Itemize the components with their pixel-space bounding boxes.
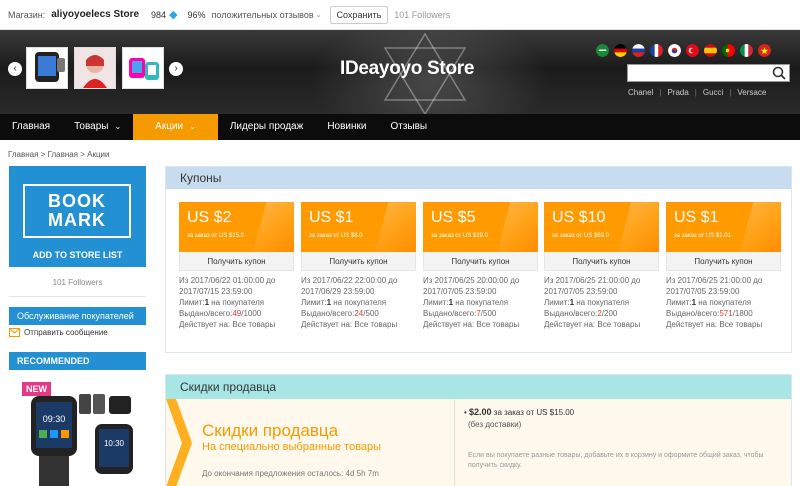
svg-text:10:30: 10:30	[104, 439, 125, 448]
coupon-min-order: за заказ от US $8.0	[309, 233, 363, 239]
discount-offer: • $2.00 за заказ от US $15.00	[464, 407, 575, 417]
followers-count: 101 Followers	[394, 9, 451, 20]
flag-es-icon[interactable]	[704, 44, 717, 57]
get-coupon-button[interactable]: Получить купон	[179, 252, 294, 271]
divider	[454, 399, 455, 486]
coupon-min-order: за заказ от US $1.01	[674, 233, 731, 239]
store-label: Магазин:	[8, 9, 46, 20]
store-info-bar: Магазин: aliyoyoelecs Store 984 ◆ 96% по…	[0, 0, 800, 30]
coupon-card: US $5 за заказ от US $29.0 Получить купо…	[423, 202, 538, 330]
nav-home[interactable]: Главная	[0, 114, 62, 140]
coupon-amount: US $1	[309, 209, 354, 226]
positive-feedback-link[interactable]: положительных отзывов	[212, 10, 314, 20]
store-banner: ‹ › IDeayoyo Store Chanel | Prada | Gucc…	[0, 30, 800, 114]
svg-text:09:30: 09:30	[43, 414, 66, 424]
search-icon[interactable]	[771, 66, 787, 80]
store-search-box	[627, 64, 790, 82]
flag-sa-icon[interactable]	[596, 44, 609, 57]
coupon-amount: US $2	[187, 209, 232, 226]
flag-ru-icon[interactable]	[632, 44, 645, 57]
get-coupon-button[interactable]: Получить купон	[666, 252, 781, 271]
nav-bestsellers[interactable]: Лидеры продаж	[218, 114, 315, 140]
coupon-info: Из 2017/06/25 21:00:00 до 2017/07/05 23:…	[544, 276, 641, 329]
carousel-next-icon[interactable]: ›	[169, 62, 183, 76]
banner-product-thumb[interactable]	[122, 47, 164, 89]
store-nav: Главная Товары ⌄ Акции ⌄ Лидеры продаж Нов…	[0, 114, 800, 140]
discount-title: Скидки продавца	[202, 421, 339, 440]
flag-de-icon[interactable]	[614, 44, 627, 57]
save-store-button[interactable]: Сохранить	[329, 5, 389, 24]
store-name-link[interactable]: aliyoyoelecs Store	[51, 9, 139, 20]
coupon-card: US $10 за заказ от US $69.0 Получить куп…	[544, 202, 659, 330]
chevron-down-icon: ⌄	[189, 122, 196, 131]
positive-percent: 96%	[187, 9, 206, 20]
nav-products[interactable]: Товары ⌄	[62, 114, 133, 140]
discount-note: Если вы покупаете разные товары, добавьт…	[468, 452, 764, 469]
flag-fr-icon[interactable]	[650, 44, 663, 57]
get-coupon-button[interactable]: Получить купон	[301, 252, 416, 271]
divider	[9, 296, 146, 297]
coupon-card: US $1 за заказ от US $1.01 Получить купо…	[666, 202, 781, 330]
coupon-amount: US $5	[431, 209, 476, 226]
flag-pt-icon[interactable]	[722, 44, 735, 57]
breadcrumb[interactable]: Главная > Главная > Акции	[8, 150, 110, 159]
get-coupon-button[interactable]: Получить купон	[423, 252, 538, 271]
chevron-down-icon: ⌄	[114, 122, 122, 131]
send-message-link[interactable]: Отправить сообщение	[9, 328, 108, 337]
coupon-info: Из 2017/06/22 22:00:00 до 2017/06/29 23:…	[301, 276, 398, 329]
coupons-panel: Купоны US $2 за заказ от US $15.0 Получи…	[165, 166, 792, 353]
coupon-info: Из 2017/06/25 20:00:00 до 2017/07/05 23:…	[423, 276, 520, 329]
flag-tr-icon[interactable]	[686, 44, 699, 57]
store-brand-title: IDeayoyo Store	[340, 58, 475, 79]
discount-time-remaining: До окончания предложения осталось: 4d 5h…	[202, 469, 379, 478]
nav-promotions[interactable]: Акции ⌄	[133, 114, 218, 140]
discounts-heading: Скидки продавца	[166, 375, 791, 399]
hot-link-versace[interactable]: Versace	[737, 88, 766, 97]
bookmark-store-button[interactable]: BOOK MARK ADD TO STORE LIST	[9, 166, 146, 267]
nav-new-arrivals[interactable]: Новинки	[315, 114, 378, 140]
hot-link-chanel[interactable]: Chanel	[628, 88, 653, 97]
language-flags	[596, 44, 771, 57]
add-to-store-list-label: ADD TO STORE LIST	[32, 250, 123, 260]
search-input[interactable]	[628, 65, 768, 81]
discount-subtitle: На специально выбранные товары	[202, 441, 382, 453]
recommended-header: RECOMMENDED	[9, 352, 146, 370]
flag-it-icon[interactable]	[740, 44, 753, 57]
envelope-icon	[9, 328, 20, 337]
get-coupon-button[interactable]: Получить купон	[544, 252, 659, 271]
bookmark-logo: BOOK MARK	[23, 184, 131, 238]
flag-vn-icon[interactable]	[758, 44, 771, 57]
hot-link-gucci[interactable]: Gucci	[703, 88, 723, 97]
hot-link-prada[interactable]: Prada	[667, 88, 688, 97]
discount-no-delivery: (без доставки)	[468, 420, 522, 429]
coupon-amount: US $1	[674, 209, 719, 226]
banner-product-thumb[interactable]	[74, 47, 116, 89]
new-badge: NEW	[22, 382, 51, 396]
store-score: 984	[151, 9, 167, 20]
recommended-product-image[interactable]: 09:30 10:30 NEW	[9, 378, 146, 486]
coupon-card: US $1 за заказ от US $8.0 Получить купон…	[301, 202, 416, 330]
banner-product-thumb[interactable]	[26, 47, 68, 89]
hot-search-links: Chanel | Prada | Gucci | Versace	[628, 88, 767, 97]
coupon-info: Из 2017/06/22 01:00:00 до 2017/07/15 23:…	[179, 276, 276, 329]
customer-service-header: Обслуживание покупателей	[9, 307, 146, 325]
chevron-right-decoration-icon	[166, 399, 192, 486]
coupon-card: US $2 за заказ от US $15.0 Получить купо…	[179, 202, 294, 330]
coupon-min-order: за заказ от US $15.0	[187, 233, 244, 239]
sidebar-followers: 101 Followers	[52, 278, 103, 287]
coupon-min-order: за заказ от US $29.0	[431, 233, 488, 239]
coupons-heading: Купоны	[166, 167, 791, 189]
carousel-prev-icon[interactable]: ‹	[8, 62, 22, 76]
nav-reviews[interactable]: Отзывы	[378, 114, 439, 140]
coupon-min-order: за заказ от US $69.0	[552, 233, 609, 239]
chevron-down-icon[interactable]: ⌄	[316, 11, 322, 19]
flag-kr-icon[interactable]	[668, 44, 681, 57]
diamond-icon: ◆	[169, 9, 178, 21]
coupon-amount: US $10	[552, 209, 606, 226]
coupon-info: Из 2017/06/25 21:00:00 до 2017/07/05 23:…	[666, 276, 763, 329]
seller-discounts-panel: Скидки продавца Скидки продавца На специ…	[165, 374, 792, 486]
